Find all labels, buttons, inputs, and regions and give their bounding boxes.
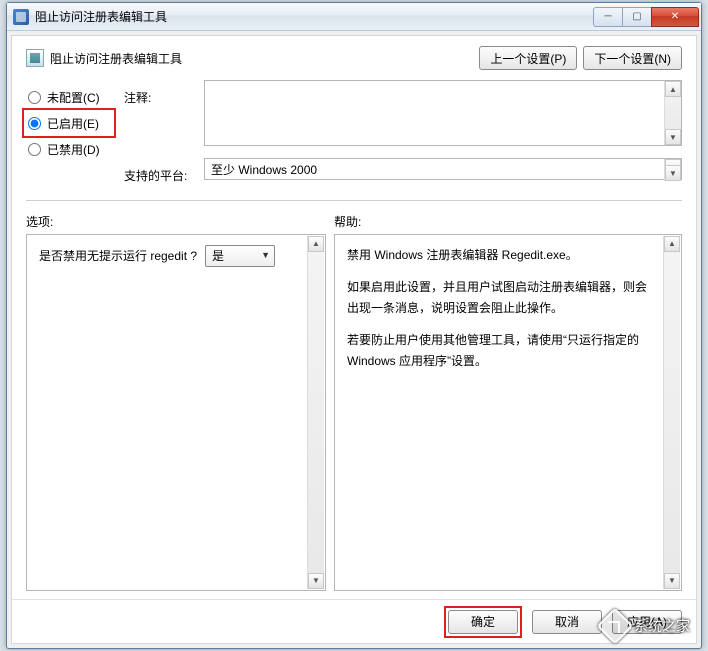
scroll-down-icon[interactable]: ▼ (665, 129, 681, 145)
policy-icon (26, 49, 44, 67)
radio-disabled-input[interactable] (28, 143, 41, 156)
radio-enabled-label: 已启用(E) (47, 115, 99, 132)
option-select[interactable]: 是 ▼ (205, 245, 275, 267)
highlight-ok: 确定 (444, 606, 522, 638)
scroll-down-icon[interactable]: ▼ (664, 573, 680, 589)
options-section-label: 选项: (26, 213, 334, 230)
divider (26, 200, 682, 201)
app-icon (13, 9, 29, 25)
policy-editor-window: 阻止访问注册表编辑工具 ─ ▢ ✕ 阻止访问注册表编辑工具 上一个设置(P) 下… (6, 2, 702, 649)
maximize-button[interactable]: ▢ (622, 7, 652, 27)
option-question: 是否禁用无提示运行 regedit ? (39, 246, 197, 266)
scroll-up-icon[interactable]: ▲ (308, 236, 324, 252)
next-setting-button[interactable]: 下一个设置(N) (583, 46, 682, 70)
chevron-down-icon: ▼ (261, 248, 270, 263)
scroll-up-icon[interactable]: ▲ (665, 81, 681, 97)
window-title: 阻止访问注册表编辑工具 (35, 8, 167, 25)
option-select-value: 是 (212, 246, 224, 266)
cancel-button[interactable]: 取消 (532, 610, 602, 634)
supported-on-value: 至少 Windows 2000 (211, 161, 317, 178)
ok-button[interactable]: 确定 (448, 610, 518, 634)
scroll-down-icon[interactable]: ▼ (308, 573, 324, 589)
titlebar[interactable]: 阻止访问注册表编辑工具 ─ ▢ ✕ (7, 3, 701, 31)
help-text-1: 禁用 Windows 注册表编辑器 Regedit.exe。 (347, 245, 657, 265)
help-section-label: 帮助: (334, 213, 361, 230)
comment-textarea[interactable] (204, 80, 682, 146)
footer: 确定 取消 应用(A) 系统之家 (12, 599, 696, 643)
radio-enabled[interactable]: 已启用(E) (26, 110, 112, 136)
radio-not-configured[interactable]: 未配置(C) (26, 84, 112, 110)
apply-button[interactable]: 应用(A) (612, 610, 682, 634)
state-radio-group: 未配置(C) 已启用(E) 已禁用(D) (26, 80, 112, 162)
help-text-3: 若要防止用户使用其他管理工具，请使用“只运行指定的 Windows 应用程序”设… (347, 330, 657, 371)
client-area: 阻止访问注册表编辑工具 上一个设置(P) 下一个设置(N) 未配置(C) 已 (11, 35, 697, 644)
radio-not-configured-label: 未配置(C) (47, 89, 100, 106)
help-panel: 禁用 Windows 注册表编辑器 Regedit.exe。 如果启用此设置，并… (334, 234, 682, 591)
window-controls: ─ ▢ ✕ (594, 7, 699, 27)
supported-on-field: 至少 Windows 2000 (204, 158, 682, 180)
help-text-2: 如果启用此设置，并且用户试图启动注册表编辑器，则会出现一条消息，说明设置会阻止此… (347, 277, 657, 318)
comment-label: 注释: (124, 84, 192, 110)
prev-setting-button[interactable]: 上一个设置(P) (479, 46, 577, 70)
options-panel: 是否禁用无提示运行 regedit ? 是 ▼ ▲ ▼ (26, 234, 326, 591)
radio-disabled-label: 已禁用(D) (47, 141, 100, 158)
close-button[interactable]: ✕ (651, 7, 699, 27)
radio-enabled-input[interactable] (28, 117, 41, 130)
scroll-down-icon[interactable]: ▼ (665, 165, 681, 181)
minimize-button[interactable]: ─ (593, 7, 623, 27)
upper-section: 阻止访问注册表编辑工具 上一个设置(P) 下一个设置(N) 未配置(C) 已 (12, 36, 696, 213)
policy-title: 阻止访问注册表编辑工具 (50, 50, 182, 67)
radio-disabled[interactable]: 已禁用(D) (26, 136, 112, 162)
scroll-up-icon[interactable]: ▲ (664, 236, 680, 252)
supported-on-label: 支持的平台: (124, 162, 192, 188)
highlight-enabled: 已启用(E) (22, 108, 116, 138)
radio-not-configured-input[interactable] (28, 91, 41, 104)
